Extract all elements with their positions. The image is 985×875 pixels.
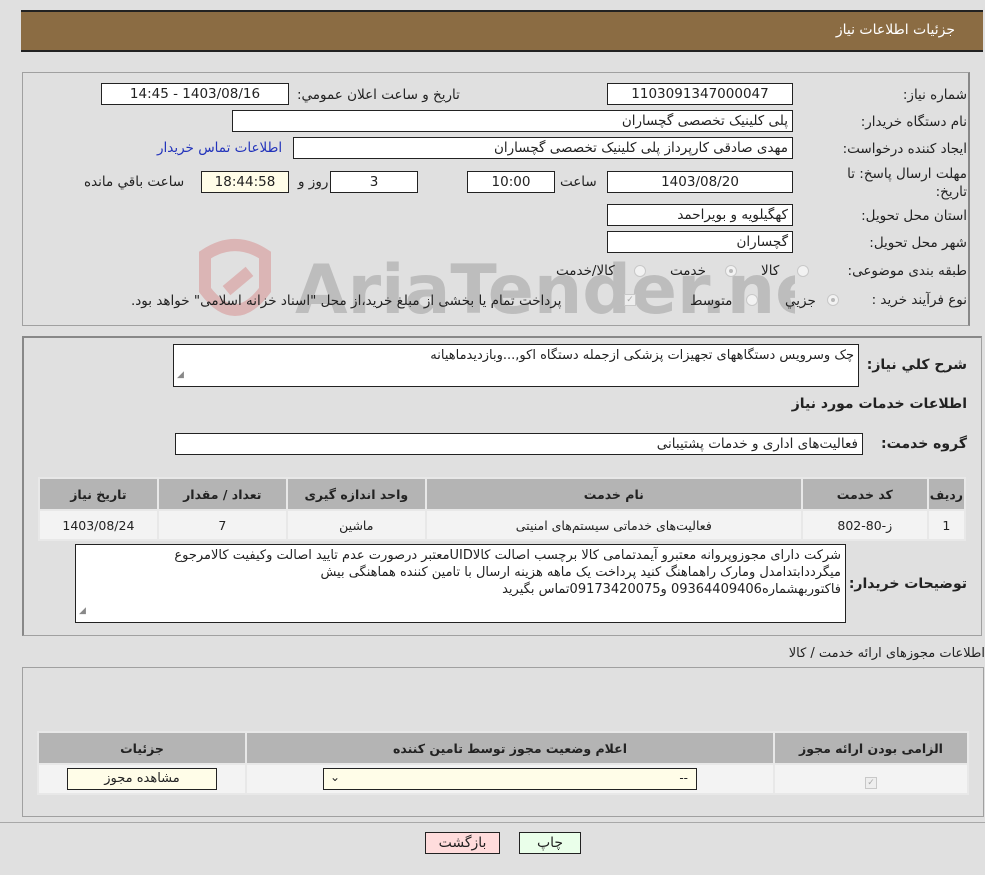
- time-remaining-field: 18:44:58: [201, 171, 289, 193]
- category-radio-goods-service[interactable]: [634, 265, 646, 277]
- permit-status-value: --: [679, 771, 688, 785]
- buyer-org-field: پلی کلینیک تخصصی گچساران: [232, 110, 793, 132]
- province-label: استان محل تحویل:: [861, 208, 967, 224]
- cell-quantity: 7: [156, 509, 288, 541]
- table-row: 1 ز-80-802 فعالیت‌های خدماتی سیستم‌های ا…: [38, 509, 967, 541]
- col-service-name: نام خدمت: [424, 477, 803, 511]
- deadline-date-field: 1403/08/20: [607, 171, 793, 193]
- purchase-type-radio-medium[interactable]: [746, 294, 758, 306]
- deadline-label: مهلت ارسال پاسخ: تا تاریخ:: [847, 166, 967, 200]
- page-header: جزئیات اطلاعات نیاز: [21, 10, 983, 52]
- announce-datetime-label: تاریخ و ساعت اعلان عمومي:: [297, 87, 460, 103]
- days-remaining-field: 3: [330, 171, 418, 193]
- purchase-type-option-medium: متوسط: [690, 293, 733, 309]
- col-permit-status: اعلام وضعیت مجوز توسط تامین کننده: [245, 731, 775, 765]
- back-button[interactable]: بازگشت: [425, 832, 500, 854]
- col-row-number: ردیف: [926, 477, 967, 511]
- buyer-notes-line-1: شرکت دارای مجوزوپروانه معتبرو آیمدتمامی …: [174, 548, 841, 563]
- cell-permit-required: ✓: [773, 763, 969, 795]
- creator-label: ایجاد کننده درخواست:: [842, 141, 967, 157]
- need-number-label: شماره نیاز:: [902, 87, 967, 103]
- announce-datetime-field: 1403/08/16 - 14:45: [101, 83, 289, 105]
- time-remaining-label: ساعت باقي مانده: [84, 174, 185, 190]
- purchase-type-radio-minor[interactable]: [827, 294, 839, 306]
- col-unit: واحد اندازه گیری: [285, 477, 427, 511]
- service-group-field: فعالیت‌های اداری و خدمات پشتیبانی: [175, 433, 863, 455]
- print-button[interactable]: چاپ: [519, 832, 581, 854]
- description-textarea[interactable]: چک وسرویس دستگاههای تجهیزات پزشکی ازجمله…: [173, 344, 859, 387]
- footer-divider: [0, 822, 985, 823]
- deadline-time-label: ساعت: [560, 174, 597, 190]
- buyer-notes-textarea[interactable]: شرکت دارای مجوزوپروانه معتبرو آیمدتمامی …: [75, 544, 846, 623]
- service-group-label: گروه خدمت:: [881, 436, 967, 452]
- permit-status-select[interactable]: -- ⌄: [323, 768, 697, 790]
- view-permit-button[interactable]: مشاهده مجوز: [67, 768, 217, 790]
- col-service-code: کد خدمت: [800, 477, 929, 511]
- city-field: گچساران: [607, 231, 793, 253]
- cell-need-date: 1403/08/24: [38, 509, 159, 541]
- province-field: کهگیلویه و بویراحمد: [607, 204, 793, 226]
- cell-permit-details: مشاهده مجوز: [37, 763, 247, 795]
- treasury-checkbox[interactable]: ✓: [624, 294, 636, 306]
- description-label: شرح کلي نياز:: [866, 357, 967, 373]
- page-title: جزئیات اطلاعات نیاز: [835, 22, 955, 38]
- resize-grip-icon[interactable]: ◢: [177, 367, 184, 384]
- category-radio-service[interactable]: [725, 265, 737, 277]
- buyer-notes-line-2: میگرددابتدامدل ومارک راهماهنگ کنید پرداخ…: [320, 565, 841, 580]
- table-row: ✓ -- ⌄ مشاهده مجوز: [37, 763, 969, 795]
- category-label: طبقه بندی موضوعی:: [847, 263, 967, 279]
- buyer-contact-link[interactable]: اطلاعات تماس خریدار: [157, 140, 282, 156]
- cell-service-code: ز-80-802: [800, 509, 929, 541]
- cell-permit-status: -- ⌄: [245, 763, 775, 795]
- permits-table-header: الزامی بودن ارائه مجوز اعلام وضعیت مجوز …: [37, 731, 969, 765]
- col-permit-details: جزئیات: [37, 731, 247, 765]
- cell-row-number: 1: [926, 509, 967, 541]
- category-option-goods-service: کالا/خدمت: [556, 263, 615, 279]
- col-need-date: تاریخ نیاز: [38, 477, 159, 511]
- city-label: شهر محل تحویل:: [869, 235, 967, 251]
- services-table-header: ردیف کد خدمت نام خدمت واحد اندازه گیری ت…: [38, 477, 967, 511]
- days-label: روز و: [298, 174, 329, 190]
- permits-section-title: اطلاعات مجوزهای ارائه خدمت / کالا: [788, 646, 985, 661]
- creator-field: مهدی صادقی کارپرداز پلی کلینیک تخصصی گچس…: [293, 137, 793, 159]
- permit-required-checkbox[interactable]: ✓: [865, 777, 877, 789]
- services-section-title: اطلاعات خدمات مورد نیاز: [791, 396, 967, 412]
- purchase-type-label: نوع فرآیند خرید :: [871, 292, 967, 308]
- category-option-service: خدمت: [670, 263, 706, 279]
- col-permit-required: الزامی بودن ارائه مجوز: [773, 731, 969, 765]
- cell-service-name: فعالیت‌های خدماتی سیستم‌های امنیتی: [424, 509, 803, 541]
- category-radio-goods[interactable]: [797, 265, 809, 277]
- need-number-field: 1103091347000047: [607, 83, 793, 105]
- permits-table: الزامی بودن ارائه مجوز اعلام وضعیت مجوز …: [37, 731, 969, 795]
- buyer-org-label: نام دستگاه خریدار:: [860, 114, 967, 130]
- col-quantity: تعداد / مقدار: [156, 477, 288, 511]
- buyer-notes-label: توضیحات خریدار:: [848, 576, 967, 592]
- cell-unit: ماشین: [285, 509, 427, 541]
- description-text: چک وسرویس دستگاههای تجهیزات پزشکی ازجمله…: [430, 348, 854, 363]
- chevron-down-icon: ⌄: [330, 770, 341, 784]
- category-option-goods: کالا: [761, 263, 780, 279]
- purchase-type-option-minor: جزيي: [785, 293, 816, 309]
- buyer-notes-line-3: فاکتوربهشماره09364409406 و09173420075تما…: [502, 582, 841, 597]
- treasury-note: پرداخت تمام یا بخشی از مبلغ خرید،از محل …: [131, 293, 562, 309]
- services-table: ردیف کد خدمت نام خدمت واحد اندازه گیری ت…: [38, 477, 967, 541]
- resize-grip-icon[interactable]: ◢: [79, 603, 86, 620]
- deadline-time-field: 10:00: [467, 171, 555, 193]
